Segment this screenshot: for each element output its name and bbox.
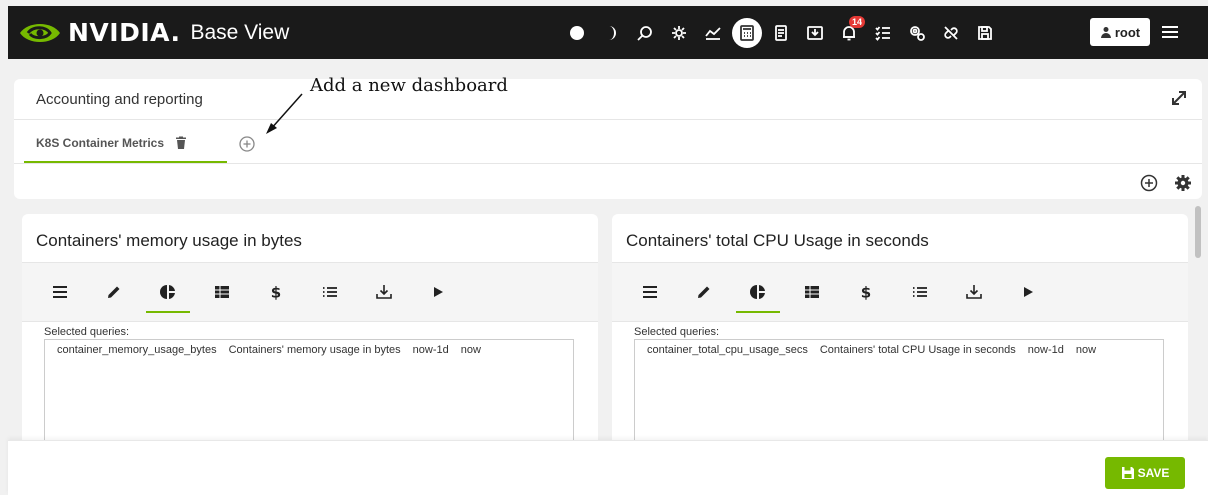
- pie-chart-icon[interactable]: [736, 277, 780, 313]
- selected-queries-label: Selected queries:: [634, 326, 719, 338]
- list-item[interactable]: container_memory_usage_bytes Containers'…: [45, 340, 573, 356]
- user-icon: [1100, 27, 1111, 38]
- save-label: SAVE: [1137, 466, 1170, 480]
- pencil-icon[interactable]: [686, 277, 722, 307]
- top-toolbar: 14: [560, 6, 1002, 59]
- menu-icon[interactable]: [632, 277, 668, 307]
- play-icon[interactable]: [1010, 277, 1046, 307]
- hamburger-menu-icon[interactable]: [1160, 22, 1180, 42]
- query-description: Containers' memory usage in bytes: [228, 344, 401, 356]
- tab-k8s-container-metrics[interactable]: K8S Container Metrics: [24, 125, 227, 163]
- monitoring-icon[interactable]: [696, 16, 730, 50]
- user-label: root: [1114, 24, 1141, 40]
- dollar-icon[interactable]: $: [258, 277, 294, 307]
- save-icon[interactable]: [968, 16, 1002, 50]
- svg-text:$: $: [271, 284, 281, 302]
- footer-bar: SAVE: [8, 440, 1208, 495]
- panel-toolbar: $: [22, 262, 598, 322]
- menu-icon[interactable]: [42, 277, 78, 307]
- divider: [14, 163, 1202, 164]
- query-description: Containers' total CPU Usage in seconds: [819, 344, 1016, 356]
- selected-queries-list[interactable]: container_memory_usage_bytes Containers'…: [44, 339, 574, 454]
- user-menu-button[interactable]: root: [1090, 18, 1150, 46]
- bell-icon[interactable]: 14: [832, 15, 866, 50]
- divider: [14, 119, 1202, 120]
- add-widget-icon[interactable]: [1140, 174, 1158, 192]
- search-icon[interactable]: [628, 16, 662, 50]
- query-start: now-1d: [1027, 344, 1064, 356]
- trash-icon[interactable]: [174, 136, 188, 150]
- selected-queries-list[interactable]: container_total_cpu_usage_secs Container…: [634, 339, 1164, 454]
- pie-chart-icon[interactable]: [146, 277, 190, 313]
- panel-title: Containers' total CPU Usage in seconds: [626, 231, 929, 250]
- query-end: now: [460, 344, 481, 356]
- download-icon[interactable]: [366, 277, 402, 307]
- query-start: now-1d: [412, 344, 449, 356]
- download-icon[interactable]: [956, 277, 992, 307]
- calculator-icon[interactable]: [732, 17, 762, 48]
- tasks-icon[interactable]: [866, 16, 900, 50]
- selected-queries-label: Selected queries:: [44, 326, 129, 338]
- dashboard-title: Accounting and reporting: [36, 91, 203, 108]
- list-item[interactable]: container_total_cpu_usage_secs Container…: [635, 340, 1163, 356]
- play-icon[interactable]: [420, 277, 456, 307]
- save-button[interactable]: SAVE: [1105, 457, 1185, 489]
- light-mode-icon[interactable]: [560, 16, 594, 50]
- cluster-icon[interactable]: [662, 16, 696, 50]
- widget-panel: Containers' total CPU Usage in seconds $…: [612, 214, 1188, 454]
- tab-label: K8S Container Metrics: [36, 136, 165, 150]
- add-dashboard-icon[interactable]: [238, 135, 256, 153]
- panel-toolbar: $: [612, 262, 1188, 322]
- floppy-icon: [1121, 467, 1134, 479]
- dollar-icon[interactable]: $: [848, 277, 884, 307]
- query-name: container_total_cpu_usage_secs: [647, 344, 808, 356]
- table-icon[interactable]: [794, 277, 830, 307]
- widget-panel: Containers' memory usage in bytes $ Sele…: [22, 214, 598, 454]
- download-icon[interactable]: [798, 16, 832, 50]
- table-icon[interactable]: [204, 277, 240, 307]
- unlink-icon[interactable]: [934, 16, 968, 50]
- dark-mode-icon[interactable]: [594, 16, 628, 50]
- query-name: container_memory_usage_bytes: [57, 344, 217, 356]
- gear-icon[interactable]: [1174, 174, 1192, 192]
- svg-text:$: $: [861, 284, 871, 302]
- settings-icon[interactable]: [900, 16, 934, 50]
- notification-badge: 14: [848, 15, 865, 28]
- scrollbar-thumb[interactable]: [1195, 206, 1201, 258]
- query-end: now: [1075, 344, 1097, 356]
- dashboard-header: Accounting and reporting K8S Container M…: [14, 79, 1202, 199]
- brand[interactable]: NVIDIA. Base View: [18, 18, 289, 47]
- list-icon[interactable]: [312, 277, 348, 307]
- panel-title: Containers' memory usage in bytes: [36, 231, 302, 250]
- list-icon[interactable]: [902, 277, 938, 307]
- report-icon[interactable]: [764, 16, 798, 50]
- product-name: Base View: [190, 20, 290, 44]
- nvidia-logo-icon: [20, 23, 60, 42]
- annotation-arrow-icon: [266, 93, 303, 134]
- annotation-text: Add a new dashboard: [310, 75, 508, 96]
- pencil-icon[interactable]: [96, 277, 132, 307]
- expand-icon[interactable]: [1170, 89, 1188, 107]
- top-bar: NVIDIA. Base View 14 root: [8, 6, 1208, 59]
- brand-name: NVIDIA.: [68, 18, 181, 47]
